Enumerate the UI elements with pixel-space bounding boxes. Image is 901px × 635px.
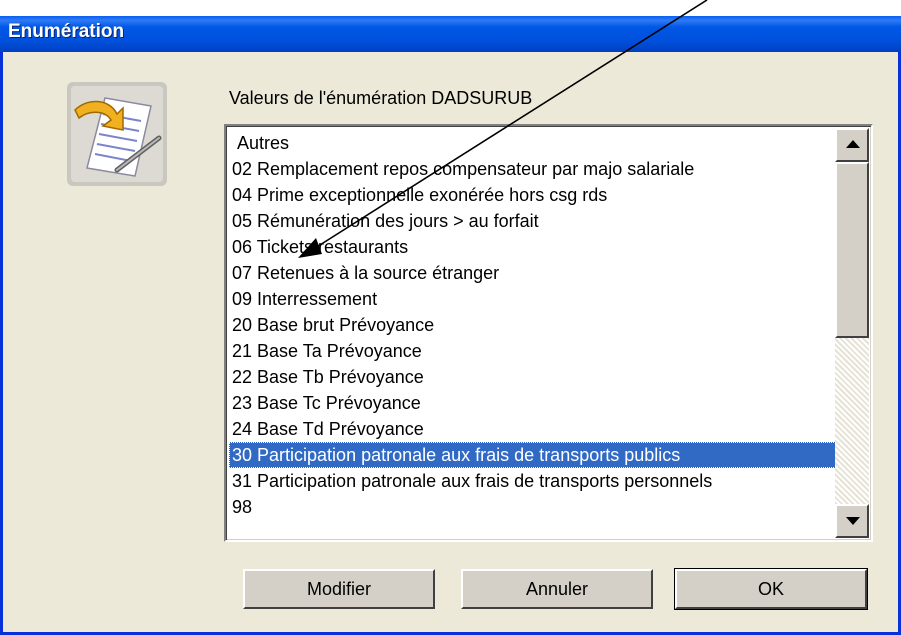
window-title: Enumération	[8, 21, 125, 42]
list-item[interactable]: 06 Tickets restaurants	[229, 234, 836, 260]
vertical-scrollbar[interactable]	[835, 128, 869, 538]
list-item[interactable]: 23 Base Tc Prévoyance	[229, 390, 836, 416]
list-item[interactable]: 05 Rémunération des jours > au forfait	[229, 208, 836, 234]
document-edit-icon	[67, 82, 167, 186]
arrow-down-icon	[846, 517, 860, 525]
enumeration-listbox[interactable]: Autres 02 Remplacement repos compensateu…	[224, 124, 873, 542]
list-item[interactable]: 98	[229, 494, 836, 520]
list-item-selected[interactable]: 30 Participation patronale aux frais de …	[229, 442, 836, 468]
list-label: Valeurs de l'énumération DADSURUB	[229, 88, 533, 108]
top-strip	[0, 0, 901, 16]
enumeration-dialog: Enumération Valeurs de l'énumération DAD…	[0, 16, 901, 635]
scroll-thumb[interactable]	[835, 162, 869, 338]
list-item[interactable]: 22 Base Tb Prévoyance	[229, 364, 836, 390]
scroll-down-button[interactable]	[835, 504, 869, 538]
list-item[interactable]: Autres	[229, 130, 836, 156]
list-item[interactable]: 02 Remplacement repos compensateur par m…	[229, 156, 836, 182]
list-item[interactable]: 04 Prime exceptionnelle exonérée hors cs…	[229, 182, 836, 208]
list-item[interactable]: 09 Interressement	[229, 286, 836, 312]
title-bar[interactable]: Enumération	[0, 16, 901, 52]
scroll-up-button[interactable]	[835, 128, 869, 162]
arrow-up-icon	[846, 140, 860, 148]
list-item[interactable]: 20 Base brut Prévoyance	[229, 312, 836, 338]
ok-button[interactable]: OK	[674, 568, 868, 610]
list-item[interactable]: 24 Base Td Prévoyance	[229, 416, 836, 442]
list-item[interactable]: 21 Base Ta Prévoyance	[229, 338, 836, 364]
list-item[interactable]: 31 Participation patronale aux frais de …	[229, 468, 836, 494]
enumeration-list: Autres 02 Remplacement repos compensateu…	[229, 130, 836, 520]
modify-button[interactable]: Modifier	[243, 569, 435, 609]
cancel-button[interactable]: Annuler	[461, 569, 653, 609]
list-item[interactable]: 07 Retenues à la source étranger	[229, 260, 836, 286]
